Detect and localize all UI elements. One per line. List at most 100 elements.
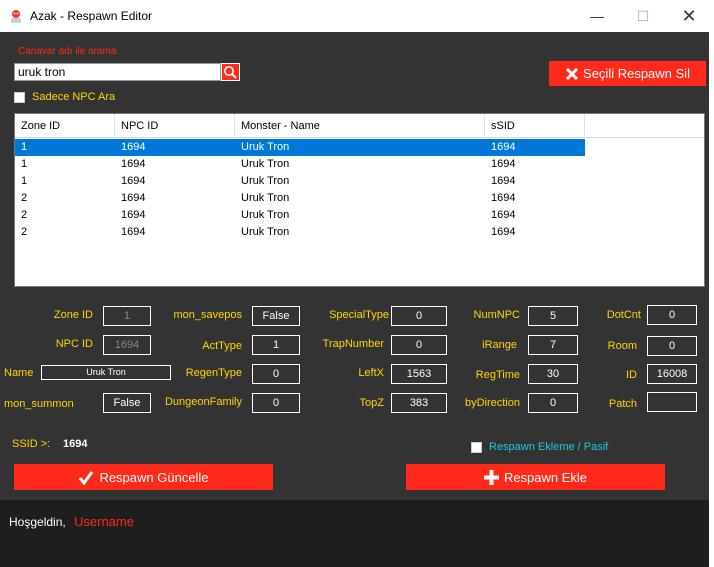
maximize-button[interactable]: ☐ <box>620 0 666 32</box>
mon-summon-label: mon_summon <box>4 398 74 410</box>
close-button[interactable]: ✕ <box>666 0 712 32</box>
act-type-label: ActType <box>202 340 242 352</box>
cell-ssid: 1694 <box>491 175 516 187</box>
cell-ssid: 1694 <box>491 209 516 221</box>
dungeon-family-field[interactable]: 0 <box>252 393 300 413</box>
minimize-button[interactable]: — <box>574 0 620 32</box>
npc-only-checkbox[interactable] <box>14 92 25 103</box>
cell-zone-id: 2 <box>21 192 28 204</box>
cell-ssid: 1694 <box>491 141 516 153</box>
table-row[interactable]: 2 1694 Uruk Tron 1694 <box>15 190 585 207</box>
column-header-ssid[interactable]: sSID <box>485 114 585 138</box>
num-npc-field[interactable]: 5 <box>528 306 578 326</box>
table-row[interactable]: 1 1694 Uruk Tron 1694 <box>15 173 585 190</box>
cell-zone-id: 1 <box>21 158 28 170</box>
cell-zone-id: 1 <box>21 141 28 153</box>
room-field[interactable]: 0 <box>647 336 697 356</box>
close-x-icon <box>565 67 579 80</box>
title-bar: Azak - Respawn Editor — ☐ ✕ <box>0 0 714 32</box>
welcome-text: Hoşgeldin, <box>9 515 66 529</box>
column-header-npc-id[interactable]: NPC ID <box>115 114 235 138</box>
delete-button-label: Seçili Respawn Sil <box>583 66 690 81</box>
trap-number-field[interactable]: 0 <box>391 335 447 355</box>
room-label: Room <box>607 340 637 352</box>
cell-monster-name: Uruk Tron <box>241 209 290 221</box>
username-label: Username <box>74 514 134 529</box>
check-icon <box>79 470 94 485</box>
column-header-zone-id[interactable]: Zone ID <box>15 114 115 138</box>
trap-number-label: TrapNumber <box>322 338 384 350</box>
table-row[interactable]: 1 1694 Uruk Tron 1694 <box>15 139 585 156</box>
left-x-label: LeftX <box>358 367 384 379</box>
special-type-label: SpecialType <box>329 309 389 321</box>
search-label: Canavar adı ile arama <box>18 46 117 57</box>
cell-npc-id: 1694 <box>121 209 146 221</box>
cell-zone-id: 2 <box>21 209 28 221</box>
respawn-pasif-label[interactable]: Respawn Ekleme / Pasif <box>489 441 608 453</box>
by-direction-field[interactable]: 0 <box>528 393 578 413</box>
update-respawn-button[interactable]: Respawn Güncelle <box>14 464 273 490</box>
zone-id-label: Zone ID <box>53 309 93 321</box>
special-type-field[interactable]: 0 <box>391 306 447 326</box>
zone-id-field[interactable]: 1 <box>103 306 151 326</box>
table-row[interactable]: 1 1694 Uruk Tron 1694 <box>15 156 585 173</box>
i-range-field[interactable]: 7 <box>528 335 578 355</box>
column-header-monster-name[interactable]: Monster - Name <box>235 114 485 138</box>
table-row[interactable]: 2 1694 Uruk Tron 1694 <box>15 224 585 241</box>
window-title: Azak - Respawn Editor <box>30 9 153 23</box>
search-input[interactable] <box>14 63 221 81</box>
patch-field[interactable] <box>647 392 697 412</box>
cell-ssid: 1694 <box>491 158 516 170</box>
cell-npc-id: 1694 <box>121 158 146 170</box>
npc-id-field[interactable]: 1694 <box>103 335 151 355</box>
add-respawn-button[interactable]: Respawn Ekle <box>406 464 665 490</box>
respawn-pasif-checkbox[interactable] <box>471 442 482 453</box>
dot-cnt-field[interactable]: 0 <box>647 305 697 325</box>
add-button-label: Respawn Ekle <box>503 469 588 485</box>
cell-zone-id: 2 <box>21 226 28 238</box>
cell-monster-name: Uruk Tron <box>241 192 290 204</box>
cell-monster-name: Uruk Tron <box>241 141 290 153</box>
by-direction-label: byDirection <box>464 397 520 409</box>
cell-ssid: 1694 <box>491 226 516 238</box>
app-logo-icon <box>11 10 21 23</box>
act-type-field[interactable]: 1 <box>252 335 300 355</box>
top-z-label: TopZ <box>359 397 384 409</box>
num-npc-label: NumNPC <box>473 309 520 321</box>
regen-type-label: RegenType <box>185 367 242 379</box>
name-label: Name <box>4 367 34 379</box>
cell-zone-id: 1 <box>21 175 28 187</box>
dot-cnt-label: DotCnt <box>606 309 641 321</box>
mon-savepos-field[interactable]: False <box>252 306 300 326</box>
i-range-label: iRange <box>482 339 517 351</box>
ssid-value: 1694 <box>63 438 88 450</box>
delete-selected-respawn-button[interactable]: Seçili Respawn Sil <box>549 61 706 86</box>
npc-id-label: NPC ID <box>55 338 93 350</box>
status-bar: Hoşgeldin, Username <box>0 500 709 567</box>
patch-label: Patch <box>608 398 637 410</box>
name-field[interactable]: Uruk Tron <box>41 365 171 380</box>
plus-icon <box>483 469 499 485</box>
dungeon-family-label: DungeonFamily <box>164 396 242 408</box>
regen-type-field[interactable]: 0 <box>252 364 300 384</box>
ssid-label: SSID >: <box>12 438 51 450</box>
cell-npc-id: 1694 <box>121 226 146 238</box>
npc-only-label[interactable]: Sadece NPC Ara <box>32 91 115 103</box>
left-x-field[interactable]: 1563 <box>391 364 447 384</box>
reg-time-label: RegTime <box>475 369 520 381</box>
cell-ssid: 1694 <box>491 192 516 204</box>
reg-time-field[interactable]: 30 <box>528 364 578 384</box>
mon-summon-field[interactable]: False <box>103 393 151 413</box>
cell-npc-id: 1694 <box>121 175 146 187</box>
table-header: Zone ID NPC ID Monster - Name sSID <box>15 114 704 138</box>
respawn-table[interactable]: Zone ID NPC ID Monster - Name sSID 1 1694… <box>14 113 705 287</box>
id-field[interactable]: 16008 <box>647 364 697 384</box>
top-z-field[interactable]: 383 <box>391 393 447 413</box>
mon-savepos-label: mon_savepos <box>173 309 243 321</box>
window-edge <box>709 32 714 567</box>
cell-monster-name: Uruk Tron <box>241 175 290 187</box>
search-button[interactable] <box>221 63 240 81</box>
cell-npc-id: 1694 <box>121 141 146 153</box>
table-row[interactable]: 2 1694 Uruk Tron 1694 <box>15 207 585 224</box>
cell-monster-name: Uruk Tron <box>241 226 290 238</box>
